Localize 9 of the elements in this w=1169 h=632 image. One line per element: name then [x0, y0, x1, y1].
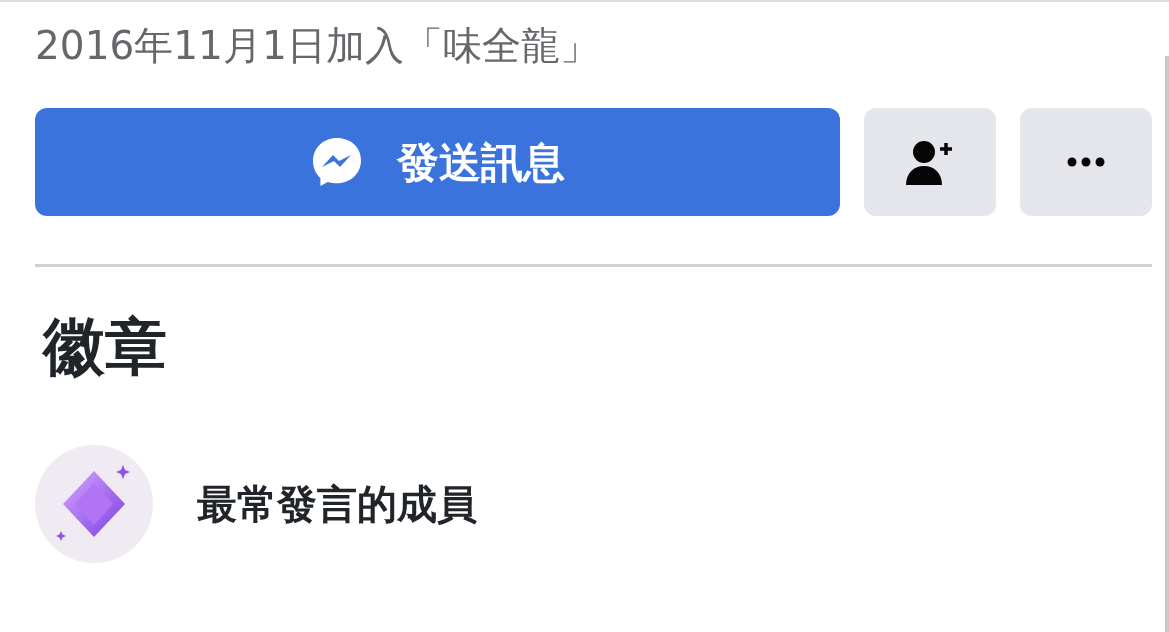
- badge-label: 最常發言的成員: [197, 480, 477, 529]
- joined-date-text: 2016年11月1日加入「味全龍」: [35, 22, 599, 70]
- more-icon: [1067, 157, 1106, 167]
- more-button[interactable]: [1020, 108, 1153, 216]
- scrollbar[interactable]: [1165, 56, 1169, 632]
- add-friend-button[interactable]: [864, 108, 997, 216]
- messenger-icon: [310, 136, 363, 188]
- section-heading: 徽章: [43, 309, 167, 385]
- send-message-button[interactable]: 發送訊息: [35, 108, 841, 216]
